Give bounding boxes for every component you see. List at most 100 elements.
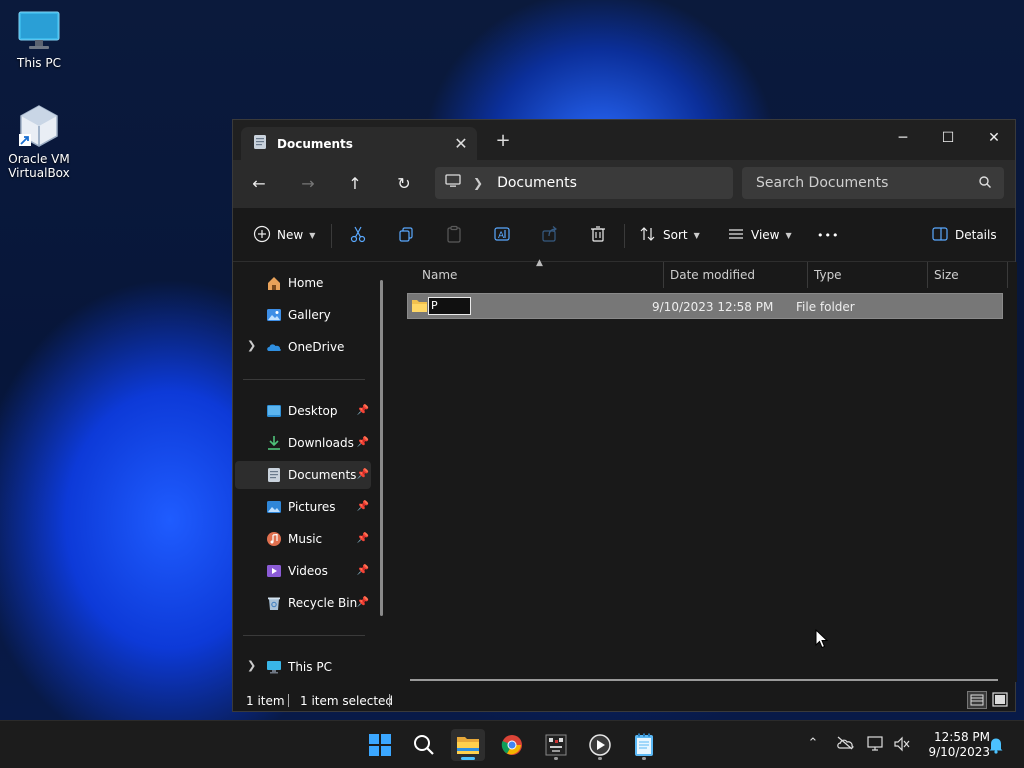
forward-button[interactable]: →: [294, 172, 322, 196]
address-bar[interactable]: ❯ Documents: [435, 167, 733, 199]
sidebar-item-label: Gallery: [288, 308, 331, 322]
pin-icon[interactable]: 📌: [357, 437, 369, 448]
more-options-button[interactable]: •••: [817, 223, 839, 247]
taskbar-file-explorer[interactable]: [451, 729, 485, 761]
sidebar-item-documents[interactable]: Documents 📌: [235, 461, 371, 489]
breadcrumb-documents[interactable]: Documents: [497, 175, 577, 191]
minimize-button[interactable]: ─: [880, 124, 926, 152]
pin-icon[interactable]: 📌: [357, 501, 369, 512]
desktop-icon-this-pc[interactable]: This PC: [1, 8, 77, 70]
sort-label: Sort: [663, 228, 688, 242]
maximize-button[interactable]: ☐: [925, 124, 971, 152]
command-bar: New ▼ A Sort ▼ View ▼ ••• Details: [233, 208, 1015, 262]
column-header-name[interactable]: Name: [422, 262, 457, 288]
close-button[interactable]: ✕: [971, 124, 1017, 152]
running-indicator: [642, 757, 646, 760]
desktop-icon-label: Oracle VM VirtualBox: [8, 152, 70, 180]
view-button[interactable]: View ▼: [727, 223, 792, 247]
search-button[interactable]: [407, 729, 441, 761]
rename-icon: A: [493, 225, 511, 246]
copy-button[interactable]: [397, 223, 415, 247]
column-divider[interactable]: [807, 262, 808, 288]
show-hidden-icons-chevron-up-icon[interactable]: ⌃: [803, 736, 823, 754]
taskbar: ⌃ 12:58 PM 9/10/2023: [0, 720, 1024, 768]
table-row[interactable]: P 9/10/2023 12:58 PM File folder: [407, 293, 1003, 319]
sidebar-item-label: Videos: [288, 564, 328, 578]
sidebar-scrollbar[interactable]: [380, 280, 383, 616]
tab-close-icon[interactable]: ✕: [445, 134, 477, 153]
sidebar-divider: [243, 379, 365, 380]
taskbar-media-player[interactable]: [583, 729, 617, 761]
large-icons-view-icon[interactable]: [991, 691, 1009, 712]
tab-title: Documents: [277, 136, 353, 151]
sort-button[interactable]: Sort ▼: [639, 223, 700, 247]
onedrive-icon: [266, 339, 282, 355]
sidebar-item-pictures[interactable]: Pictures 📌: [235, 493, 371, 521]
column-divider[interactable]: [1007, 262, 1008, 288]
back-button[interactable]: ←: [245, 172, 273, 196]
sidebar-item-label: Documents: [288, 468, 357, 482]
tab-documents[interactable]: Documents ✕: [241, 127, 477, 160]
volume-muted-icon[interactable]: [892, 736, 912, 754]
paste-button[interactable]: [445, 223, 463, 247]
sidebar-item-music[interactable]: Music 📌: [235, 525, 371, 553]
selected-count: 1 item selected: [300, 694, 394, 708]
details-pane-button[interactable]: Details: [931, 223, 997, 247]
sidebar-item-home[interactable]: Home: [235, 269, 371, 297]
trash-icon: [589, 225, 607, 246]
status-divider: [389, 694, 390, 707]
search-icon: [978, 175, 992, 193]
pictures-icon: [266, 499, 282, 515]
pin-icon[interactable]: 📌: [357, 405, 369, 416]
sidebar-item-gallery[interactable]: Gallery: [235, 301, 371, 329]
taskbar-app[interactable]: [539, 729, 573, 761]
share-button[interactable]: [541, 223, 559, 247]
new-tab-button[interactable]: +: [491, 130, 515, 151]
sidebar-item-label: Music: [288, 532, 323, 546]
this-pc-icon: [266, 659, 282, 675]
refresh-button[interactable]: ↻: [390, 172, 418, 196]
column-header-type[interactable]: Type: [814, 262, 842, 288]
taskbar-chrome[interactable]: [495, 729, 529, 761]
details-view-icon[interactable]: [967, 691, 987, 712]
running-indicator: [461, 757, 475, 760]
chevron-right-icon[interactable]: ❯: [473, 176, 483, 190]
sidebar-item-onedrive[interactable]: ❯ OneDrive: [235, 333, 371, 361]
desktop-icon-virtualbox[interactable]: Oracle VM VirtualBox: [1, 104, 77, 180]
new-button[interactable]: New ▼: [253, 223, 315, 247]
notification-bell-icon[interactable]: [986, 736, 1006, 754]
chevron-right-icon[interactable]: ❯: [247, 659, 256, 672]
cloud-offline-icon[interactable]: [835, 736, 855, 754]
sidebar-item-downloads[interactable]: Downloads 📌: [235, 429, 371, 457]
pin-icon[interactable]: 📌: [357, 469, 369, 480]
videos-icon: [266, 563, 282, 579]
pin-icon[interactable]: 📌: [357, 565, 369, 576]
cut-button[interactable]: [349, 223, 367, 247]
folder-icon: [411, 298, 428, 316]
column-header-date-modified[interactable]: Date modified: [670, 262, 755, 288]
sort-icon: [639, 225, 657, 246]
start-button[interactable]: [363, 729, 397, 761]
sidebar-item-this-pc[interactable]: ❯ This PC: [235, 653, 371, 681]
pin-icon[interactable]: 📌: [357, 533, 369, 544]
rename-input[interactable]: P: [428, 297, 471, 315]
rename-button[interactable]: A: [493, 223, 511, 247]
pin-icon[interactable]: 📌: [357, 597, 369, 608]
search-box[interactable]: Search Documents: [742, 167, 1004, 199]
sidebar-item-videos[interactable]: Videos 📌: [235, 557, 371, 585]
start-icon: [369, 734, 391, 759]
up-button[interactable]: ↑: [341, 172, 369, 196]
horizontal-scrollbar[interactable]: [410, 679, 998, 681]
column-header-size[interactable]: Size: [934, 262, 959, 288]
chevron-down-icon: ▼: [693, 230, 700, 240]
chevron-right-icon[interactable]: ❯: [247, 339, 256, 352]
network-icon[interactable]: [866, 736, 886, 754]
column-divider[interactable]: [927, 262, 928, 288]
column-divider[interactable]: [663, 262, 664, 288]
sidebar-item-recycle-bin[interactable]: Recycle Bin 📌: [235, 589, 371, 617]
taskbar-notepad[interactable]: [627, 729, 661, 761]
system-clock[interactable]: 12:58 PM 9/10/2023: [918, 730, 990, 760]
share-icon: [541, 225, 559, 246]
sidebar-item-desktop[interactable]: Desktop 📌: [235, 397, 371, 425]
delete-button[interactable]: [589, 223, 607, 247]
